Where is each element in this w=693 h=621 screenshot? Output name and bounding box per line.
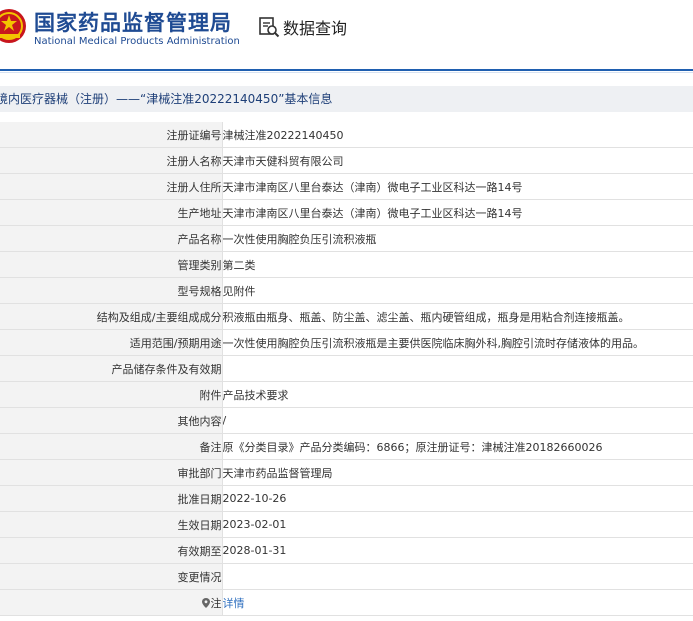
row-value: 一次性使用胸腔负压引流积液瓶是主要供医院临床胸外科,胸腔引流时存储液体的用品。 <box>222 329 693 356</box>
row-value: 津械注准20222140450 <box>222 122 693 148</box>
note-label: 注 <box>210 596 222 610</box>
row-value: 2023-02-01 <box>222 511 693 538</box>
row-value <box>222 563 693 590</box>
national-emblem-icon <box>0 9 26 43</box>
brand-title-cn: 国家药品监督管理局 <box>34 11 232 35</box>
registration-info-table: 注册证编号 津械注准20222140450 注册人名称 天津市天健科贸有限公司 … <box>0 122 693 616</box>
row-value: 天津市津南区八里台泰达（津南）微电子工业区科达一路14号 <box>222 173 693 200</box>
table-row: 管理类别 第二类 <box>0 251 693 278</box>
row-label: 批准日期 <box>0 485 223 512</box>
row-value: 天津市药品监督管理局 <box>222 459 693 486</box>
table-row: 产品储存条件及有效期 <box>0 355 693 382</box>
note-label-cell: 注 <box>0 589 223 616</box>
row-label: 注册人名称 <box>0 147 223 174</box>
note-row: 注 详情 <box>0 589 693 616</box>
row-label: 注册人住所 <box>0 173 223 200</box>
row-value: 见附件 <box>222 277 693 304</box>
row-label: 适用范围/预期用途 <box>0 329 223 356</box>
table-row: 审批部门 天津市药品监督管理局 <box>0 459 693 486</box>
row-value: 产品技术要求 <box>222 381 693 408</box>
row-value: 一次性使用胸腔负压引流积液瓶 <box>222 225 693 252</box>
table-row: 其他内容 / <box>0 407 693 434</box>
page-title: 境内医疗器械（注册）——“津械注准20222140450”基本信息 <box>0 92 333 106</box>
row-label: 审批部门 <box>0 459 223 486</box>
table-row: 生产地址 天津市津南区八里台泰达（津南）微电子工业区科达一路14号 <box>0 199 693 226</box>
row-label: 产品储存条件及有效期 <box>0 355 223 382</box>
table-row: 适用范围/预期用途 一次性使用胸腔负压引流积液瓶是主要供医院临床胸外科,胸腔引流… <box>0 329 693 356</box>
row-label: 其他内容 <box>0 407 223 434</box>
row-label: 生产地址 <box>0 199 223 226</box>
row-value: 2028-01-31 <box>222 537 693 564</box>
row-label: 结构及组成/主要组成成分 <box>0 303 223 330</box>
table-row: 批准日期 2022-10-26 <box>0 485 693 512</box>
header-divider <box>0 69 693 73</box>
table-row: 注册人住所 天津市津南区八里台泰达（津南）微电子工业区科达一路14号 <box>0 173 693 200</box>
location-pin-icon <box>201 597 210 608</box>
data-query-link[interactable]: 数据查询 <box>258 14 347 40</box>
document-search-icon <box>259 17 280 38</box>
row-value: 积液瓶由瓶身、瓶盖、防尘盖、滤尘盖、瓶内硬管组成，瓶身是用粘合剂连接瓶盖。 <box>222 303 693 330</box>
table-row: 附件 产品技术要求 <box>0 381 693 408</box>
row-value: 天津市津南区八里台泰达（津南）微电子工业区科达一路14号 <box>222 199 693 226</box>
table-row: 型号规格 见附件 <box>0 277 693 304</box>
row-value: 原《分类目录》产品分类编码：6866；原注册证号：津械注准20182660026 <box>222 433 693 460</box>
page-title-bar: 境内医疗器械（注册）——“津械注准20222140450”基本信息 <box>0 86 693 112</box>
row-label: 型号规格 <box>0 277 223 304</box>
brand-title-en: National Medical Products Administration <box>34 36 240 47</box>
row-label: 备注 <box>0 433 223 460</box>
site-header: 国家药品监督管理局 National Medical Products Admi… <box>0 0 693 62</box>
table-row: 注册人名称 天津市天健科贸有限公司 <box>0 147 693 174</box>
row-value: 第二类 <box>222 251 693 278</box>
table-row: 生效日期 2023-02-01 <box>0 511 693 538</box>
row-label: 注册证编号 <box>0 122 223 148</box>
row-value: / <box>222 407 693 434</box>
table-row: 备注 原《分类目录》产品分类编码：6866；原注册证号：津械注准20182660… <box>0 433 693 460</box>
row-label: 产品名称 <box>0 225 223 252</box>
row-label: 管理类别 <box>0 251 223 278</box>
row-value: 天津市天健科贸有限公司 <box>222 147 693 174</box>
row-label: 变更情况 <box>0 563 223 590</box>
data-query-label: 数据查询 <box>283 19 348 38</box>
table-row: 产品名称 一次性使用胸腔负压引流积液瓶 <box>0 225 693 252</box>
row-label: 生效日期 <box>0 511 223 538</box>
table-row: 变更情况 <box>0 563 693 590</box>
row-value <box>222 355 693 382</box>
table-row: 有效期至 2028-01-31 <box>0 537 693 564</box>
row-value: 2022-10-26 <box>222 485 693 512</box>
table-row: 注册证编号 津械注准20222140450 <box>0 122 693 148</box>
row-label: 有效期至 <box>0 537 223 564</box>
table-row: 结构及组成/主要组成成分 积液瓶由瓶身、瓶盖、防尘盖、滤尘盖、瓶内硬管组成，瓶身… <box>0 303 693 330</box>
details-link[interactable]: 详情 <box>222 589 693 616</box>
row-label: 附件 <box>0 381 223 408</box>
